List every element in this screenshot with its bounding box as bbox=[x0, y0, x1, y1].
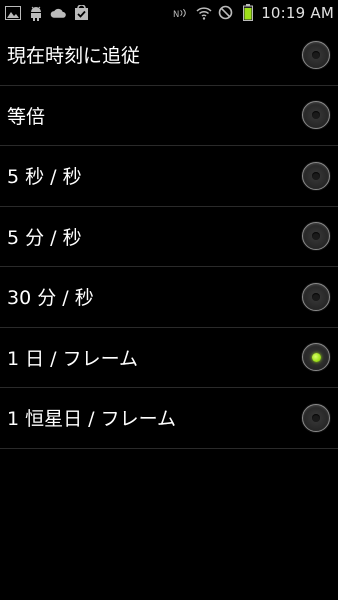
gallery-icon bbox=[4, 4, 21, 21]
battery-icon bbox=[239, 4, 256, 21]
svg-text:N: N bbox=[173, 9, 179, 18]
option-30-min-per-sec[interactable]: 30 分 / 秒 bbox=[0, 267, 338, 328]
option-label: 5 秒 / 秒 bbox=[7, 166, 82, 189]
option-label: 現在時刻に追従 bbox=[7, 45, 141, 68]
option-realtime[interactable]: 等倍 bbox=[0, 86, 338, 146]
radio-button[interactable] bbox=[302, 222, 330, 251]
radio-dot bbox=[312, 111, 320, 120]
wifi-icon bbox=[195, 4, 212, 21]
check-bag-icon bbox=[73, 4, 90, 21]
option-1-day-per-frame[interactable]: 1 日 / フレーム bbox=[0, 328, 338, 388]
notification-icons bbox=[4, 4, 90, 21]
cloud-icon bbox=[50, 4, 67, 21]
option-1-sidereal-day-per-frame[interactable]: 1 恒星日 / フレーム bbox=[0, 388, 338, 449]
no-signal-icon bbox=[217, 4, 234, 21]
status-bar: N 10:19 AM bbox=[0, 0, 338, 25]
radio-button[interactable] bbox=[302, 161, 330, 190]
option-list: 現在時刻に追従 等倍 5 秒 / 秒 5 分 / 秒 30 分 / 秒 1 日 … bbox=[0, 25, 338, 449]
option-label: 5 分 / 秒 bbox=[7, 226, 82, 249]
radio-dot bbox=[312, 413, 320, 422]
option-label: 30 分 / 秒 bbox=[7, 287, 94, 310]
option-label: 等倍 bbox=[7, 105, 46, 128]
radio-dot bbox=[312, 171, 320, 180]
radio-button[interactable] bbox=[302, 282, 330, 311]
radio-dot bbox=[311, 352, 321, 362]
status-clock: 10:19 AM bbox=[261, 3, 334, 22]
radio-dot bbox=[312, 232, 320, 241]
option-follow-current-time[interactable]: 現在時刻に追従 bbox=[0, 25, 338, 86]
radio-button-selected[interactable] bbox=[302, 343, 330, 372]
option-5-min-per-sec[interactable]: 5 分 / 秒 bbox=[0, 207, 338, 267]
radio-dot bbox=[312, 292, 320, 301]
nfc-icon: N bbox=[173, 4, 190, 21]
radio-dot bbox=[312, 50, 320, 59]
android-icon bbox=[27, 4, 44, 21]
option-5-sec-per-sec[interactable]: 5 秒 / 秒 bbox=[0, 146, 338, 207]
system-icons: N 10:19 AM bbox=[173, 4, 334, 22]
radio-button[interactable] bbox=[302, 403, 330, 432]
radio-button[interactable] bbox=[302, 40, 330, 69]
option-label: 1 日 / フレーム bbox=[7, 347, 139, 370]
radio-button[interactable] bbox=[302, 101, 330, 130]
option-label: 1 恒星日 / フレーム bbox=[7, 408, 177, 431]
